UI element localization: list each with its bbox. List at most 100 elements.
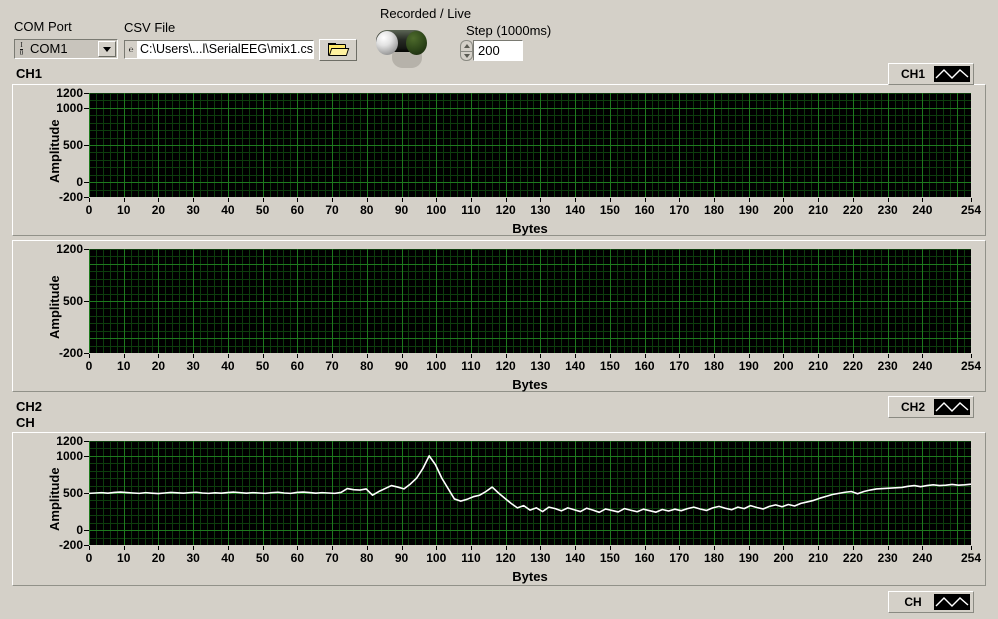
x-tick-mark [158,198,159,202]
ch-graph-panel: -200 0 500 1000 1200 Amplitude 0 10 20 30 40 50 60 70… [12,432,986,586]
x-tick-mark [402,546,403,550]
x-tick-mark [263,354,264,358]
x-tick-mark [263,198,264,202]
x-tick-mark [193,546,194,550]
x-tick-mark [402,354,403,358]
recorded-live-toggle[interactable] [376,28,434,68]
csv-file-path-value: C:\Users\...l\SerialEEG\mix1.csv [140,42,313,56]
x-tick-mark [367,198,368,202]
x-tick-mark [971,546,972,550]
x-tick-mark [714,546,715,550]
x-tick-mark [645,546,646,550]
x-tick-mark [124,354,125,358]
x-tick-mark [332,198,333,202]
browse-file-button[interactable] [319,39,357,61]
com-port-value: COM1 [28,40,98,58]
x-tick-mark [89,354,90,358]
x-tick-mark [714,354,715,358]
x-tick-mark [818,354,819,358]
y-tick-label: 1000 [56,448,83,463]
x-tick-mark [888,198,889,202]
step-label: Step (1000ms) [466,23,552,38]
x-tick-mark [89,546,90,550]
y-tick-mark [84,530,89,531]
ch1-graph-panel: -200 0 500 1000 1200 Amplitude 0 10 20 30 40 50 60 70… [12,84,986,236]
y-tick-label: 1200 [56,86,83,100]
x-tick-mark [471,198,472,202]
x-tick-mark [714,198,715,202]
path-icon: ℮ [125,41,137,58]
plot-grid [89,249,971,353]
x-tick-mark [610,546,611,550]
x-tick-mark [228,546,229,550]
x-tick-mark [818,546,819,550]
triangle-up-icon[interactable] [460,40,473,51]
toggle-cap [406,31,427,55]
x-tick-mark [922,546,923,550]
x-tick-mark [471,546,472,550]
ch1-plot-area[interactable] [89,93,971,197]
x-tick-mark [367,546,368,550]
x-tick-mark [853,354,854,358]
folder-open-icon [328,43,350,57]
x-tick-mark [297,354,298,358]
y-axis-label: Amplitude [47,119,62,183]
y-tick-mark [84,493,89,494]
x-tick-mark [263,546,264,550]
y-axis-label: Amplitude [47,275,62,339]
ch-plot-area[interactable] [89,441,971,545]
x-tick-mark [888,354,889,358]
chevron-down-icon[interactable] [98,41,116,57]
x-tick-mark [783,546,784,550]
x-tick-mark [367,354,368,358]
x-tick-mark [575,198,576,202]
x-tick-mark [158,546,159,550]
ch-legend[interactable]: CH [888,591,974,613]
step-numeric-control[interactable]: 200 [460,40,523,61]
x-tick-label: 240 [912,359,933,373]
x-tick-label: 254 [960,203,982,217]
waveform-icon [934,399,970,415]
toggle-knob [376,31,398,55]
x-tick-mark [749,354,750,358]
x-tick-mark [575,354,576,358]
com-port-dropdown[interactable]: I0 COM1 [14,39,118,59]
ch1-legend[interactable]: CH1 [888,63,974,85]
triangle-down-icon[interactable] [460,50,473,61]
ch1-plot-area-2[interactable] [89,249,971,353]
y-tick-mark [84,301,89,302]
x-tick-mark [922,354,923,358]
y-tick-mark [84,441,89,442]
x-tick-mark [679,546,680,550]
x-axis-label: Bytes [512,377,548,392]
csv-file-path-input[interactable]: ℮ C:\Users\...l\SerialEEG\mix1.csv [124,40,314,59]
y-tick-label: 1200 [56,242,83,256]
plot-grid [89,93,971,197]
x-tick-mark [124,546,125,550]
x-tick-mark [89,198,90,202]
waveform-icon [934,594,970,610]
toggle-switch-icon [376,30,427,55]
x-tick-mark [193,198,194,202]
x-tick-mark [679,198,680,202]
x-tick-mark [297,198,298,202]
x-tick-mark [540,198,541,202]
y-axis-label: Amplitude [47,467,62,531]
x-tick-mark [124,198,125,202]
x-tick-mark [853,198,854,202]
x-tick-mark [193,354,194,358]
series-CH [89,455,971,514]
x-tick-mark [818,198,819,202]
y-tick-mark [84,108,89,109]
x-tick-mark [506,354,507,358]
x-tick-mark [679,354,680,358]
step-stepper[interactable] [460,40,473,61]
x-tick-mark [749,546,750,550]
step-value[interactable]: 200 [473,40,523,61]
x-tick-mark [645,198,646,202]
x-axis-label: Bytes [512,569,548,584]
x-tick-mark [783,354,784,358]
ch2-legend[interactable]: CH2 [888,396,974,418]
y-tick-mark [84,456,89,457]
ch1-legend-label: CH1 [900,67,925,81]
